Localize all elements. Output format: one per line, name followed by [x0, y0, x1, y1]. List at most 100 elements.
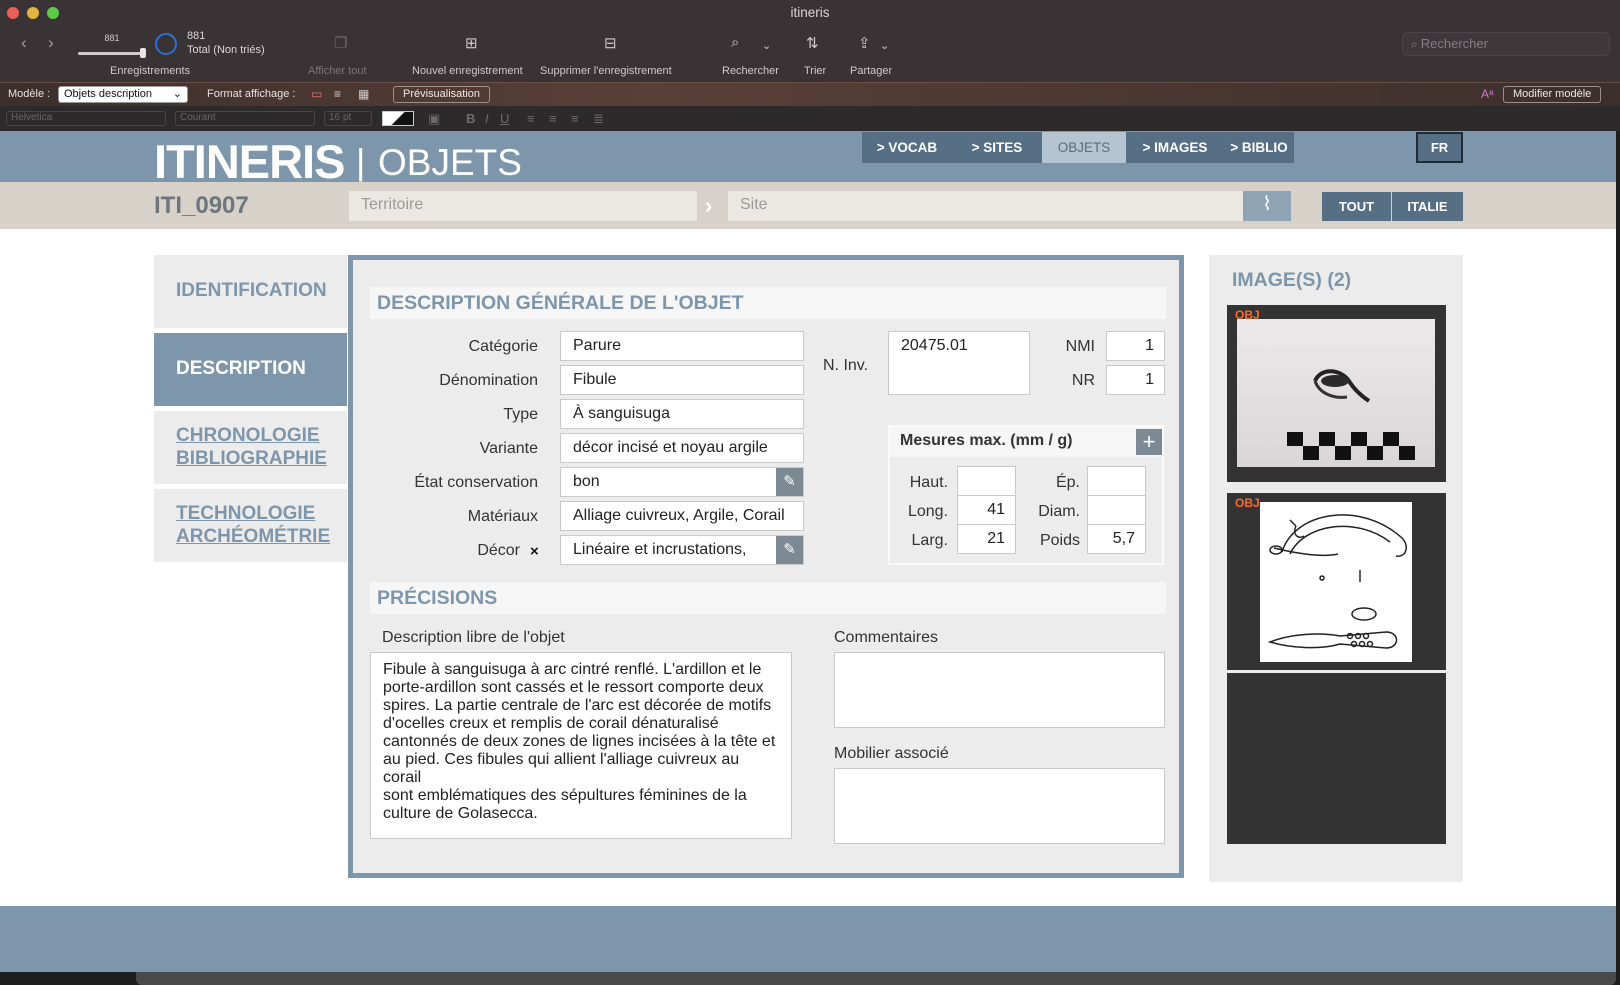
edit-model-button[interactable]: Modifier modèle: [1503, 86, 1602, 103]
mobilier-associe-label: Mobilier associé: [834, 745, 949, 762]
share-chevron-icon[interactable]: ⌄: [880, 39, 889, 52]
record-slider[interactable]: 881: [76, 33, 148, 59]
form-view-icon[interactable]: ▭: [311, 87, 322, 101]
next-record-icon[interactable]: ›: [48, 33, 54, 53]
find-chevron-icon[interactable]: ⌄: [762, 39, 771, 52]
nav-images[interactable]: > IMAGES: [1126, 132, 1224, 163]
delete-record-icon[interactable]: ⊟: [604, 34, 617, 52]
tab-archeometrie-label: ARCHÉOMÉTRIE: [176, 526, 331, 547]
record-slider-thumb[interactable]: [140, 48, 146, 58]
add-measure-icon[interactable]: +: [1136, 429, 1162, 455]
image-thumbnail[interactable]: OBJ: [1227, 305, 1446, 482]
model-select[interactable]: Objets description ⌄: [58, 86, 188, 103]
italic-icon[interactable]: I: [485, 111, 489, 126]
commentaires-textarea[interactable]: [834, 652, 1165, 728]
model-label: Modèle :: [8, 88, 51, 100]
font-select[interactable]: Helvetica: [6, 111, 166, 126]
tab-identification[interactable]: IDENTIFICATION: [154, 255, 347, 328]
poids-label: Poids: [1039, 532, 1080, 549]
previous-record-icon[interactable]: ‹: [21, 33, 27, 53]
decor-clear-icon[interactable]: ×: [530, 543, 544, 560]
edit-pencil-icon[interactable]: ✎: [776, 468, 803, 496]
color-swatch[interactable]: [382, 111, 414, 126]
object-drawing: [1260, 502, 1412, 662]
materiaux-field[interactable]: Alliage cuivreux, Argile, Corail: [560, 501, 804, 531]
images-panel: IMAGE(S) (2) OBJ OBJ: [1209, 255, 1463, 882]
etat-conservation-field[interactable]: bon: [560, 467, 804, 497]
long-field[interactable]: 41: [957, 495, 1016, 525]
filter-all-button[interactable]: TOUT: [1322, 192, 1391, 221]
align-justify-icon[interactable]: ≣: [593, 111, 604, 127]
style-select[interactable]: Courant: [175, 111, 315, 126]
text-format-icon[interactable]: Aᵃ: [1481, 87, 1493, 101]
bold-icon[interactable]: B: [466, 111, 475, 126]
align-left-icon[interactable]: ≡: [527, 111, 535, 126]
sort-icon[interactable]: ⇅: [806, 34, 819, 52]
list-view-icon[interactable]: ≡: [334, 87, 341, 101]
nav-sites[interactable]: > SITES: [952, 132, 1042, 163]
larg-label: Larg.: [911, 532, 948, 549]
brand-title: ITINERIS: [154, 135, 345, 188]
site-field[interactable]: Site: [728, 191, 1244, 221]
description-line: Fibule à sanguisuga à arc cintré renflé.…: [383, 661, 762, 678]
categorie-field[interactable]: Parure: [560, 331, 804, 361]
decor-field[interactable]: Linéaire et incrustations,: [560, 535, 804, 565]
text-highlight-icon[interactable]: ▣: [428, 111, 440, 127]
nr-field[interactable]: 1: [1106, 365, 1165, 395]
new-record-button[interactable]: Nouvel enregistrement: [412, 65, 523, 77]
table-view-icon[interactable]: ▦: [358, 87, 369, 101]
share-button[interactable]: Partager: [850, 65, 892, 77]
territoire-field[interactable]: Territoire: [349, 191, 697, 221]
ep-field[interactable]: [1087, 466, 1146, 496]
poids-field[interactable]: 5,7: [1087, 524, 1146, 554]
record-id: ITI_0907: [154, 192, 249, 219]
haut-field[interactable]: [957, 466, 1016, 496]
edit-pencil-icon[interactable]: ✎: [776, 536, 803, 564]
tab-chronologie-bibliographie[interactable]: CHRONOLOGIE BIBLIOGRAPHIE: [154, 411, 347, 484]
description-line: porte-ardillon sont cassés et le ressort…: [383, 679, 764, 696]
ninv-field[interactable]: 20475.01: [888, 331, 1030, 395]
underline-icon[interactable]: U: [500, 111, 509, 126]
type-field[interactable]: À sanguisuga: [560, 399, 804, 429]
share-icon[interactable]: ⇪: [858, 34, 871, 52]
mobilier-associe-textarea[interactable]: [834, 768, 1165, 844]
brand-separator: |: [356, 141, 366, 182]
attachment-icon[interactable]: ⌇: [1243, 191, 1291, 221]
nav-biblio[interactable]: > BIBLIO: [1224, 132, 1294, 163]
diam-field[interactable]: [1087, 495, 1146, 525]
window-title: itineris: [790, 5, 830, 20]
window-titlebar: itineris ‹ › 881 881 Total (Non triés) E…: [0, 0, 1620, 82]
empty-image-slot[interactable]: [1227, 673, 1446, 844]
find-icon[interactable]: ⌕: [731, 34, 739, 51]
language-button[interactable]: FR: [1416, 132, 1463, 163]
align-right-icon[interactable]: ≡: [571, 111, 579, 126]
object-photo: [1237, 319, 1435, 467]
record-total: 881: [187, 30, 206, 42]
image-thumbnail[interactable]: OBJ: [1227, 493, 1446, 670]
tab-description-label: DESCRIPTION: [176, 358, 306, 379]
delete-record-button[interactable]: Supprimer l'enregistrement: [540, 65, 672, 77]
description-line: d'ocelles creux et remplis de corail dén…: [383, 715, 719, 732]
denomination-field[interactable]: Fibule: [560, 365, 804, 395]
tab-technologie-archeometrie[interactable]: TECHNOLOGIE ARCHÉOMÉTRIE: [154, 489, 347, 562]
preview-button[interactable]: Prévisualisation: [393, 86, 491, 103]
description-line: sont emblématiques des sépultures fémini…: [383, 787, 747, 804]
align-center-icon[interactable]: ≡: [549, 111, 557, 126]
filter-italie-button[interactable]: ITALIE: [1392, 192, 1463, 221]
nav-vocab[interactable]: > VOCAB: [862, 132, 952, 163]
tab-description[interactable]: DESCRIPTION: [154, 333, 347, 406]
variante-field[interactable]: décor incisé et noyau argile: [560, 433, 804, 463]
description-libre-textarea[interactable]: Fibule à sanguisuga à arc cintré renflé.…: [370, 652, 792, 839]
quick-search-input[interactable]: ⌕ Rechercher: [1402, 32, 1610, 56]
size-select[interactable]: 16 pt: [324, 111, 372, 126]
show-all-button[interactable]: Afficher tout: [308, 65, 367, 77]
larg-field[interactable]: 21: [957, 524, 1016, 554]
record-pie-icon: [155, 33, 177, 55]
decor-label: Décor: [477, 542, 520, 559]
nav-objets[interactable]: OBJETS: [1042, 132, 1126, 163]
sort-button[interactable]: Trier: [804, 65, 826, 77]
find-button[interactable]: Rechercher: [722, 65, 779, 77]
nmi-field[interactable]: 1: [1106, 331, 1165, 361]
new-record-icon[interactable]: ⊞: [465, 34, 478, 52]
denomination-label: Dénomination: [439, 372, 538, 389]
